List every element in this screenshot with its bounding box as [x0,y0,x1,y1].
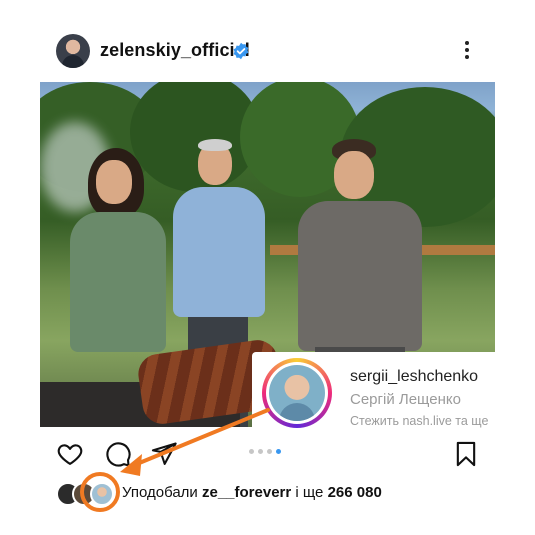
tagged-username[interactable]: sergii_leshchenko [350,368,478,386]
tagged-display-name: Сергій Лещенко [350,391,461,408]
tagged-user-avatar[interactable] [262,358,332,428]
liker-username[interactable]: ze__foreverr [202,484,291,501]
likes-suffix: і ще [291,484,328,501]
post-header: zelenskiy_official [0,24,535,80]
liker-avatar[interactable] [90,482,114,506]
likes-row[interactable]: Уподобали ze__foreverr і ще 266 080 [56,478,516,508]
comment-icon[interactable] [104,440,132,468]
carousel-dot [267,449,272,454]
send-icon[interactable] [150,440,178,468]
post-actions [0,436,535,476]
more-vertical-icon[interactable] [460,38,474,64]
likes-prefix: Уподобали [122,484,202,501]
bookmark-icon[interactable] [452,440,480,468]
verified-badge-icon [233,42,249,60]
profile-avatar[interactable] [56,34,90,68]
carousel-dot [258,449,263,454]
tagged-user-card[interactable]: sergii_leshchenko Сергій Лещенко Стежить… [252,352,510,436]
heart-icon[interactable] [56,440,84,468]
carousel-dot-active [276,449,281,454]
post-username[interactable]: zelenskiy_official [100,40,250,61]
likes-text: Уподобали ze__foreverr і ще 266 080 [122,484,382,501]
likes-count[interactable]: 266 080 [328,484,382,501]
followed-by-text: Стежить nash.live та ще [350,414,489,428]
carousel-dot [249,449,254,454]
carousel-indicator [249,449,285,455]
